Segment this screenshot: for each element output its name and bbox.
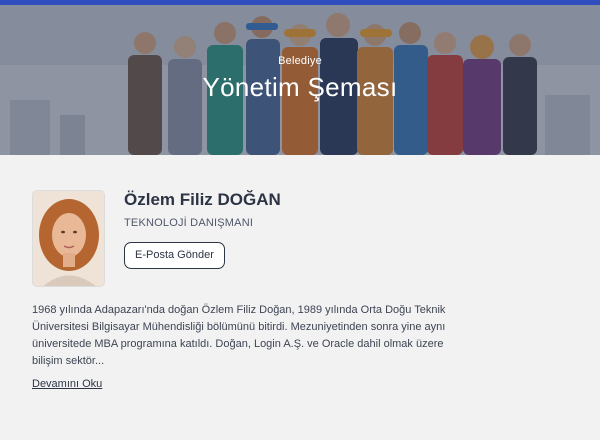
- hero-banner: Belediye Yönetim Şeması: [0, 5, 600, 155]
- portrait-photo: [32, 190, 105, 287]
- read-more-link[interactable]: Devamını Oku: [32, 378, 102, 390]
- person-name: Özlem Filiz DOĞAN: [124, 190, 281, 209]
- page-title: Yönetim Şeması: [202, 72, 398, 102]
- hero-kicker: Belediye: [278, 55, 322, 67]
- send-email-button[interactable]: E-Posta Gönder: [124, 242, 225, 269]
- biography-text: 1968 yılında Adapazarı'nda doğan Özlem F…: [32, 304, 446, 367]
- person-role: TEKNOLOJİ DANIŞMANI: [124, 217, 254, 229]
